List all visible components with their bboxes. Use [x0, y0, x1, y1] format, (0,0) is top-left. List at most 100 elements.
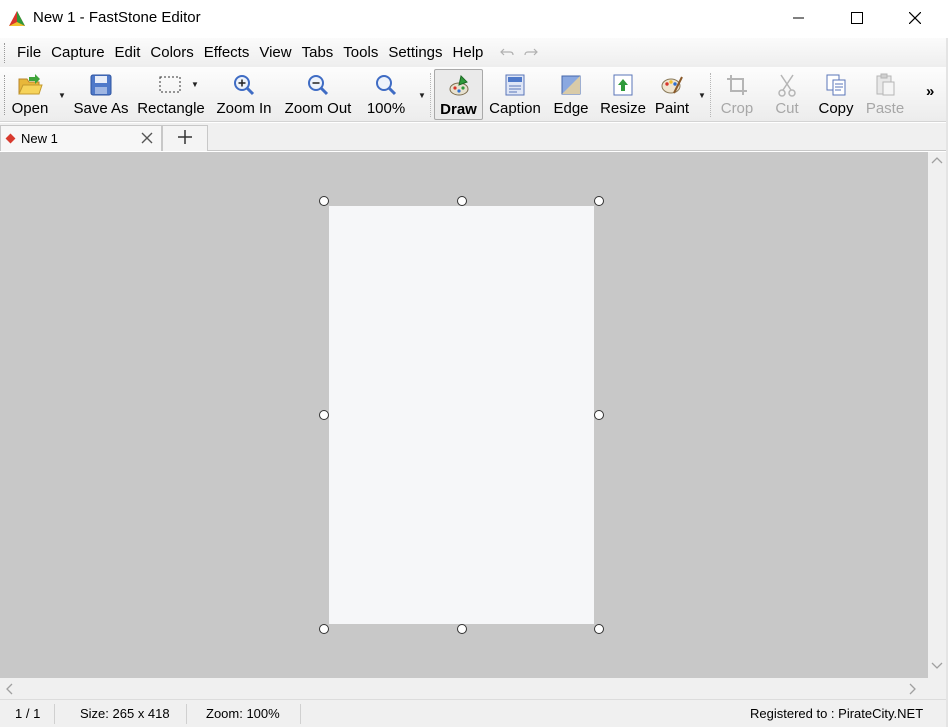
zoom-out-icon [306, 70, 330, 100]
floppy-disk-icon [89, 70, 113, 100]
caption-label: Caption [489, 100, 541, 117]
menu-effects[interactable]: Effects [199, 38, 255, 67]
menu-file[interactable]: File [12, 38, 46, 67]
menu-tabs[interactable]: Tabs [297, 38, 339, 67]
caption-button[interactable]: Caption [487, 67, 543, 122]
resize-handle-right[interactable] [594, 410, 604, 420]
zoom-out-label: Zoom Out [284, 100, 352, 117]
zoom-in-icon [232, 70, 256, 100]
resize-handle-top[interactable] [457, 196, 467, 206]
zoom-100-button[interactable]: 100% [364, 67, 408, 122]
draw-button[interactable]: Draw [434, 69, 483, 120]
save-as-button[interactable]: Save As [72, 67, 130, 122]
paste-button[interactable]: Paste [864, 67, 906, 122]
edge-icon [560, 70, 582, 100]
undo-icon[interactable] [500, 44, 514, 61]
edge-label: Edge [553, 100, 589, 117]
maximize-button[interactable] [828, 0, 886, 36]
minimize-icon [793, 12, 805, 24]
menu-view[interactable]: View [254, 38, 296, 67]
zoom-dropdown-icon[interactable]: ▼ [418, 91, 426, 100]
crop-button[interactable]: Crop [718, 67, 756, 122]
rectangle-button[interactable]: Rectangle [136, 67, 206, 122]
paste-label: Paste [865, 100, 905, 117]
toolbar-overflow-button[interactable]: » [926, 83, 934, 100]
zoom-out-button[interactable]: Zoom Out [282, 67, 354, 122]
toolbar-separator [710, 73, 711, 117]
resize-button[interactable]: Resize [599, 67, 647, 122]
tab-modified-marker [5, 133, 16, 144]
scissors-icon [776, 70, 798, 100]
rectangle-label: Rectangle [137, 100, 205, 117]
close-icon [909, 12, 921, 24]
resize-icon [611, 70, 635, 100]
menu-colors[interactable]: Colors [145, 38, 198, 67]
scroll-right-icon[interactable] [908, 683, 918, 698]
resize-handle-bottom-right[interactable] [594, 624, 604, 634]
tab-new-1[interactable]: New 1 [0, 125, 162, 151]
tab-label: New 1 [21, 131, 58, 146]
menu-settings[interactable]: Settings [383, 38, 447, 67]
tab-close-icon[interactable] [141, 131, 153, 148]
draw-palette-icon [447, 71, 471, 101]
toolbar-grip[interactable] [4, 75, 7, 115]
menu-edit[interactable]: Edit [110, 38, 146, 67]
status-registered: Registered to : PirateCity.NET [750, 706, 924, 721]
cut-button[interactable]: Cut [770, 67, 804, 122]
resize-handle-top-left[interactable] [319, 196, 329, 206]
horizontal-scrollbar[interactable] [0, 678, 928, 699]
vertical-scrollbar[interactable] [928, 152, 946, 678]
draw-label: Draw [440, 101, 477, 118]
title-bar: New 1 - FastStone Editor [0, 0, 948, 38]
copy-button[interactable]: Copy [816, 67, 856, 122]
resize-handle-bottom[interactable] [457, 624, 467, 634]
paint-dropdown-icon[interactable]: ▼ [698, 91, 706, 100]
open-button[interactable]: Open [8, 67, 52, 122]
crop-label: Crop [720, 100, 754, 117]
edge-button[interactable]: Edge [551, 67, 591, 122]
status-bar: 1 / 1 Size: 265 x 418 Zoom: 100% Registe… [0, 699, 946, 727]
rectangle-select-icon [158, 70, 184, 100]
maximize-icon [851, 12, 863, 24]
open-dropdown-icon[interactable]: ▼ [58, 91, 66, 100]
open-folder-icon [17, 70, 43, 100]
app-logo-icon [7, 9, 27, 29]
window-title: New 1 - FastStone Editor [33, 9, 201, 26]
toolbar-separator [430, 73, 431, 117]
tab-bar: New 1 [0, 123, 946, 151]
minimize-button[interactable] [770, 0, 828, 36]
menu-bar: File Capture Edit Colors Effects View Ta… [0, 38, 946, 67]
new-tab-button[interactable] [162, 125, 208, 151]
paint-button[interactable]: Paint [653, 67, 691, 122]
scroll-up-icon[interactable] [931, 154, 943, 168]
resize-handle-left[interactable] [319, 410, 329, 420]
redo-icon[interactable] [524, 44, 539, 61]
copy-icon [825, 70, 847, 100]
close-button[interactable] [886, 0, 944, 36]
resize-label: Resize [600, 100, 646, 117]
status-size: Size: 265 x 418 [80, 706, 170, 721]
menu-tools[interactable]: Tools [338, 38, 383, 67]
save-as-label: Save As [73, 100, 129, 117]
magnifier-icon [374, 70, 398, 100]
status-page: 1 / 1 [15, 706, 41, 721]
scroll-down-icon[interactable] [931, 660, 943, 674]
zoom-level-label: 100% [366, 100, 406, 117]
menu-help[interactable]: Help [448, 38, 489, 67]
status-divider [54, 704, 55, 724]
cut-label: Cut [775, 100, 799, 117]
resize-handle-bottom-left[interactable] [319, 624, 329, 634]
image-canvas[interactable] [329, 206, 594, 624]
status-zoom: Zoom: 100% [206, 706, 280, 721]
scroll-left-icon[interactable] [4, 683, 14, 698]
crop-icon [726, 70, 748, 100]
canvas-area[interactable] [0, 152, 928, 678]
resize-handle-top-right[interactable] [594, 196, 604, 206]
rectangle-dropdown-icon[interactable]: ▼ [191, 80, 199, 89]
toolbar: Open ▼ Save As Rectangle ▼ Zoom In Zoom … [0, 67, 946, 122]
copy-label: Copy [818, 100, 854, 117]
zoom-in-button[interactable]: Zoom In [214, 67, 274, 122]
menu-grip[interactable] [4, 42, 7, 63]
menu-capture[interactable]: Capture [46, 38, 109, 67]
open-label: Open [11, 100, 49, 117]
